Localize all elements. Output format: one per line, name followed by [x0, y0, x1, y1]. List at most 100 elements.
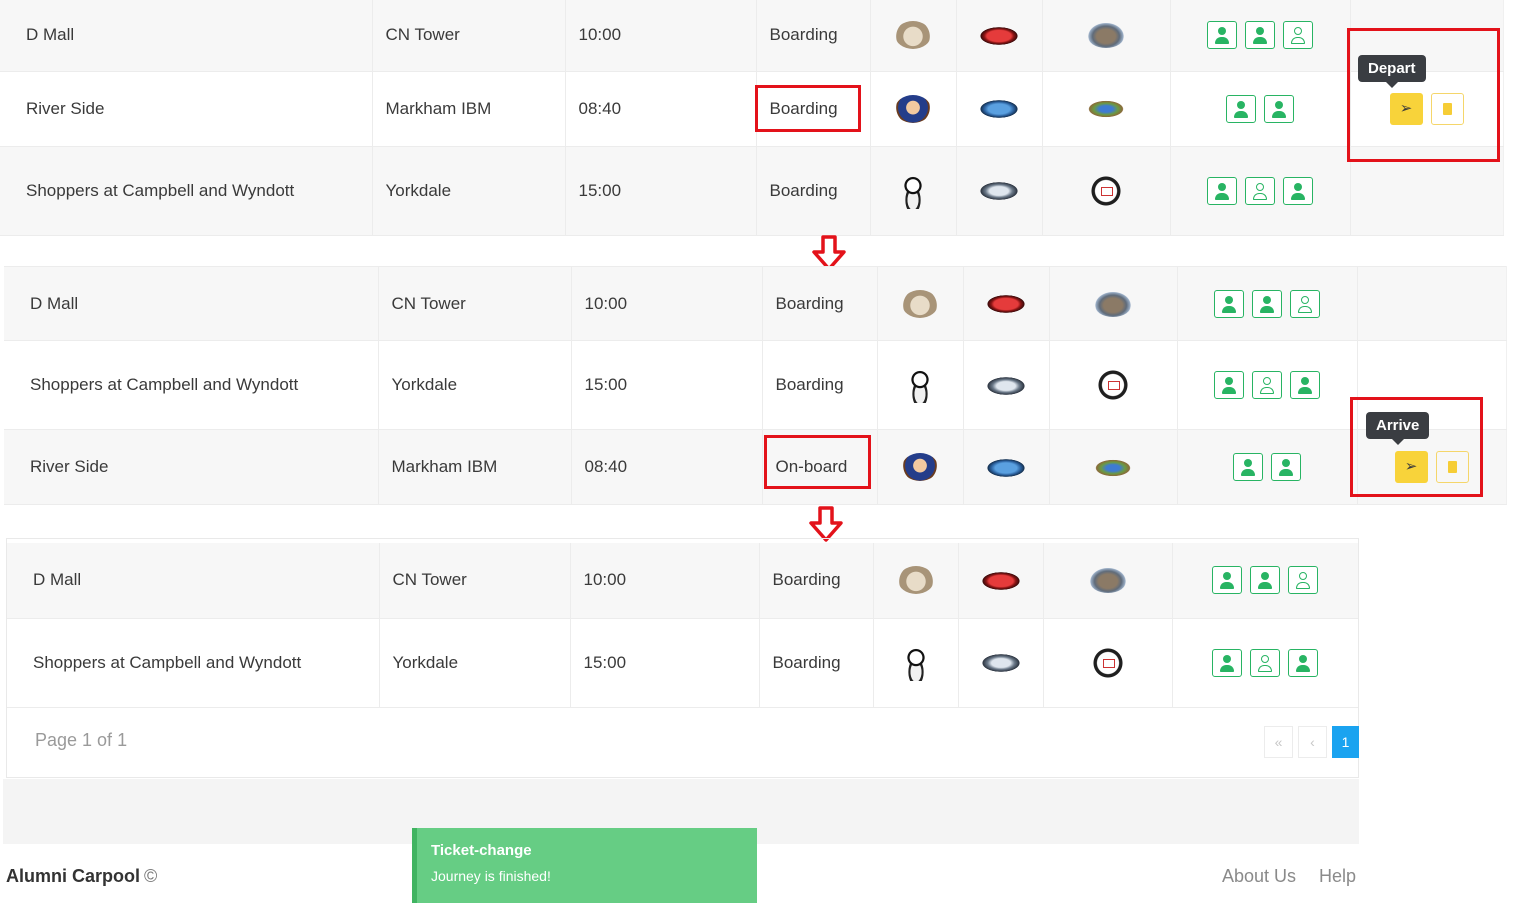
trip-status: Boarding	[756, 0, 871, 72]
car-image	[980, 26, 1018, 45]
seat-taken-icon[interactable]	[1288, 648, 1319, 677]
table-row: River Side Markham IBM 08:40 On-board ➢	[4, 429, 1507, 505]
trips-table-before: D Mall CN Tower 10:00 Boarding River Sid…	[0, 0, 1504, 236]
seat-open-icon[interactable]	[1290, 289, 1320, 318]
trip-from: D Mall	[0, 0, 373, 72]
driver-avatar	[902, 453, 938, 481]
seat-open-icon[interactable]	[1283, 21, 1313, 50]
trip-status: Boarding	[762, 340, 878, 430]
seat-open-icon[interactable]	[1250, 648, 1281, 677]
driver-avatar	[897, 566, 934, 595]
page-1-button[interactable]: 1	[1332, 726, 1359, 758]
driver-avatar	[895, 94, 931, 123]
destination-image	[1094, 458, 1132, 477]
driver-avatar	[898, 172, 928, 209]
car-image	[981, 654, 1020, 673]
seat-open-icon[interactable]	[1288, 566, 1319, 595]
trip-to: Markham IBM	[378, 429, 572, 505]
table-row: Shoppers at Campbell and Wyndott Yorkdal…	[7, 618, 1358, 708]
seat-taken-icon[interactable]	[1212, 648, 1243, 677]
trip-time: 08:40	[571, 429, 763, 505]
about-us-link[interactable]: About Us	[1222, 866, 1296, 887]
car-image	[987, 376, 1025, 395]
prev-page-button[interactable]: ‹	[1298, 726, 1327, 758]
table-row: River Side Markham IBM 08:40 Boarding ➢	[0, 71, 1504, 147]
trip-to: Markham IBM	[372, 71, 566, 147]
trip-from: D Mall	[4, 266, 379, 341]
trip-time: 15:00	[571, 340, 763, 430]
trip-from: Shoppers at Campbell and Wyndott	[7, 618, 380, 708]
table-row: D Mall CN Tower 10:00 Boarding	[7, 543, 1358, 619]
trip-time: 15:00	[565, 146, 757, 236]
car-image	[980, 182, 1018, 201]
trip-from: Shoppers at Campbell and Wyndott	[0, 146, 373, 236]
seat-taken-icon[interactable]	[1264, 94, 1294, 123]
trip-time: 10:00	[565, 0, 757, 72]
depart-tooltip: Depart	[1358, 55, 1426, 88]
trip-from: D Mall	[7, 543, 380, 619]
trips-table-departed: D Mall CN Tower 10:00 Boarding Shoppers …	[4, 266, 1507, 505]
car-image	[987, 458, 1025, 477]
toast-message: Journey is finished!	[431, 868, 551, 884]
destination-image	[1087, 100, 1125, 119]
trip-status: Boarding	[762, 266, 878, 341]
seat-taken-icon[interactable]	[1226, 94, 1256, 123]
toast-title: Ticket-change	[431, 842, 532, 859]
brand-name: Alumni Carpool	[6, 866, 140, 886]
seat-taken-icon[interactable]	[1250, 566, 1281, 595]
car-image	[980, 100, 1018, 119]
seat-taken-icon[interactable]	[1290, 371, 1320, 399]
trip-to: Yorkdale	[372, 146, 566, 236]
trip-from: Shoppers at Campbell and Wyndott	[4, 340, 379, 430]
destination-image	[1095, 367, 1131, 403]
seat-taken-icon[interactable]	[1214, 371, 1244, 399]
page-info: Page 1 of 1	[35, 730, 128, 750]
seat-taken-icon[interactable]	[1252, 289, 1282, 318]
trip-time: 15:00	[570, 618, 760, 708]
trip-status: Boarding	[759, 543, 874, 619]
trip-to: CN Tower	[378, 266, 572, 341]
seat-taken-icon[interactable]	[1214, 289, 1244, 318]
destination-image	[1094, 290, 1132, 317]
table-row: Shoppers at Campbell and Wyndott Yorkdal…	[0, 146, 1504, 236]
status-highlight	[755, 85, 861, 132]
table-row: D Mall CN Tower 10:00 Boarding	[4, 266, 1507, 341]
table-row: D Mall CN Tower 10:00 Boarding	[0, 0, 1504, 72]
notification-toast: Ticket-change Journey is finished!	[412, 828, 757, 903]
trip-time: 10:00	[571, 266, 763, 341]
destination-image	[1088, 172, 1124, 209]
destination-image	[1089, 644, 1126, 681]
seat-taken-icon[interactable]	[1233, 453, 1263, 481]
seat-taken-icon[interactable]	[1283, 176, 1313, 205]
footer-brand: Alumni Carpool ©	[6, 866, 157, 887]
seat-taken-icon[interactable]	[1212, 566, 1243, 595]
arrive-tooltip: Arrive	[1366, 412, 1430, 445]
copyright-symbol: ©	[144, 866, 158, 886]
driver-avatar	[902, 289, 938, 318]
car-image	[981, 571, 1020, 590]
driver-avatar	[895, 21, 931, 50]
first-page-button[interactable]: «	[1264, 726, 1293, 758]
trip-time: 08:40	[565, 71, 757, 147]
driver-avatar	[900, 644, 931, 681]
seat-open-icon[interactable]	[1252, 371, 1282, 399]
trip-to: Yorkdale	[378, 340, 572, 430]
destination-image	[1088, 567, 1127, 594]
trip-from: River Side	[0, 71, 373, 147]
destination-image	[1087, 22, 1125, 49]
seat-taken-icon[interactable]	[1245, 21, 1275, 50]
trip-to: CN Tower	[372, 0, 566, 72]
seat-open-icon[interactable]	[1245, 176, 1275, 205]
seat-taken-icon[interactable]	[1207, 176, 1237, 205]
trip-status: Boarding	[756, 146, 871, 236]
seat-taken-icon[interactable]	[1207, 21, 1237, 50]
status-highlight	[764, 435, 871, 489]
trip-status: Boarding	[759, 618, 874, 708]
trips-table-after: D Mall CN Tower 10:00 Boarding Shoppers …	[7, 543, 1358, 708]
trip-time: 10:00	[570, 543, 760, 619]
trip-to: CN Tower	[379, 543, 571, 619]
trip-from: River Side	[4, 429, 379, 505]
trip-to: Yorkdale	[379, 618, 571, 708]
seat-taken-icon[interactable]	[1271, 453, 1301, 481]
help-link[interactable]: Help	[1319, 866, 1356, 887]
